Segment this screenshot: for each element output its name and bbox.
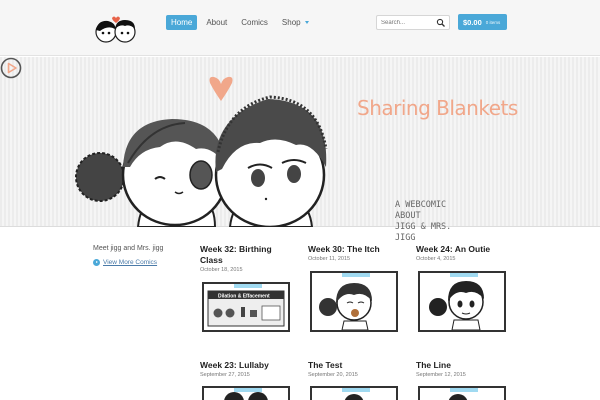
hero-title: Sharing Blankets (357, 96, 518, 120)
arrow-circle-icon (93, 259, 100, 266)
comic-thumbnail-art (319, 283, 372, 330)
comic-card: The Test September 20, 2015 (308, 360, 403, 378)
hero-illustration (75, 76, 328, 227)
page: Home About Comics Shop $0.00 0 items (0, 0, 600, 400)
hero-banner: Sharing Blankets A WEBCOMIC ABOUT JIGG &… (0, 57, 600, 243)
cart-total: $0.00 (463, 17, 482, 27)
comic-thumbnail[interactable] (202, 386, 290, 400)
thumbnail-caption: Dilation & Effacement (218, 294, 270, 300)
comic-thumbnail[interactable] (418, 271, 506, 332)
nav-comics[interactable]: Comics (236, 15, 273, 30)
chevron-down-icon (304, 21, 309, 24)
comic-card: Week 23: Lullaby September 27, 2015 (200, 360, 295, 378)
tape-decoration (342, 388, 370, 392)
comic-date: September 12, 2015 (416, 372, 466, 378)
comic-title[interactable]: Week 23: Lullaby (200, 360, 295, 371)
tape-decoration (450, 273, 478, 277)
site-header: Home About Comics Shop $0.00 0 items (0, 0, 600, 56)
comic-thumbnail[interactable] (310, 386, 398, 400)
sidebar-intro: Meet jigg and Mrs. jigg (93, 245, 164, 252)
hero-tagline-line: JIGG & MRS. JIGG (395, 222, 452, 243)
comic-card: Week 32: Birthing Class October 18, 2015 (200, 244, 295, 273)
comic-date: September 27, 2015 (200, 372, 250, 378)
comic-date: October 11, 2015 (308, 256, 351, 262)
search-input[interactable] (381, 18, 437, 28)
view-more-comics-link[interactable]: View More Comics (93, 259, 157, 266)
tape-decoration (342, 273, 370, 277)
comic-title[interactable]: The Test (308, 360, 403, 371)
comic-title[interactable]: The Line (416, 360, 511, 371)
tape-decoration (234, 284, 262, 288)
nav-shop[interactable]: Shop (277, 15, 314, 30)
comic-title[interactable]: Week 32: Birthing Class (200, 244, 295, 266)
comic-title[interactable]: Week 30: The Itch (308, 244, 403, 255)
comic-date: October 18, 2015 (200, 267, 243, 273)
comic-thumbnail[interactable]: Dilation & Effacement (202, 282, 290, 332)
nav-about[interactable]: About (201, 15, 232, 30)
comic-card: The Line September 12, 2015 (416, 360, 511, 378)
cart-item-count: 0 items (485, 19, 501, 25)
play-icon[interactable] (0, 57, 22, 79)
search-icon[interactable] (436, 18, 446, 28)
hero-tagline-line: A WEBCOMIC ABOUT (395, 200, 447, 221)
nav-home[interactable]: Home (166, 15, 198, 30)
nav-about-label: About (206, 18, 228, 27)
comic-card: Week 24: An Outie October 4, 2015 (416, 244, 511, 262)
view-more-label: View More Comics (103, 259, 158, 266)
nav-comics-label: Comics (241, 18, 268, 27)
comic-date: September 20, 2015 (308, 372, 358, 378)
nav-home-label: Home (171, 18, 193, 27)
tape-decoration (234, 388, 262, 392)
comic-card: Week 30: The Itch October 11, 2015 (308, 244, 403, 262)
main-nav: Home About Comics Shop (166, 15, 314, 30)
comic-thumbnail[interactable] (418, 386, 506, 400)
search-box (376, 15, 450, 30)
comic-thumbnail-art (429, 281, 484, 330)
nav-shop-label: Shop (281, 18, 301, 27)
comic-thumbnail[interactable] (310, 271, 398, 332)
comic-date: October 4, 2015 (416, 256, 456, 262)
comic-thumbnail-art: Dilation & Effacement (207, 290, 285, 327)
tape-decoration (450, 388, 478, 392)
site-logo[interactable] (92, 14, 144, 44)
hero-tagline: A WEBCOMIC ABOUT JIGG & MRS. JIGG (395, 200, 475, 244)
cart-button[interactable]: $0.00 0 items (458, 14, 507, 30)
comic-title[interactable]: Week 24: An Outie (416, 244, 511, 255)
